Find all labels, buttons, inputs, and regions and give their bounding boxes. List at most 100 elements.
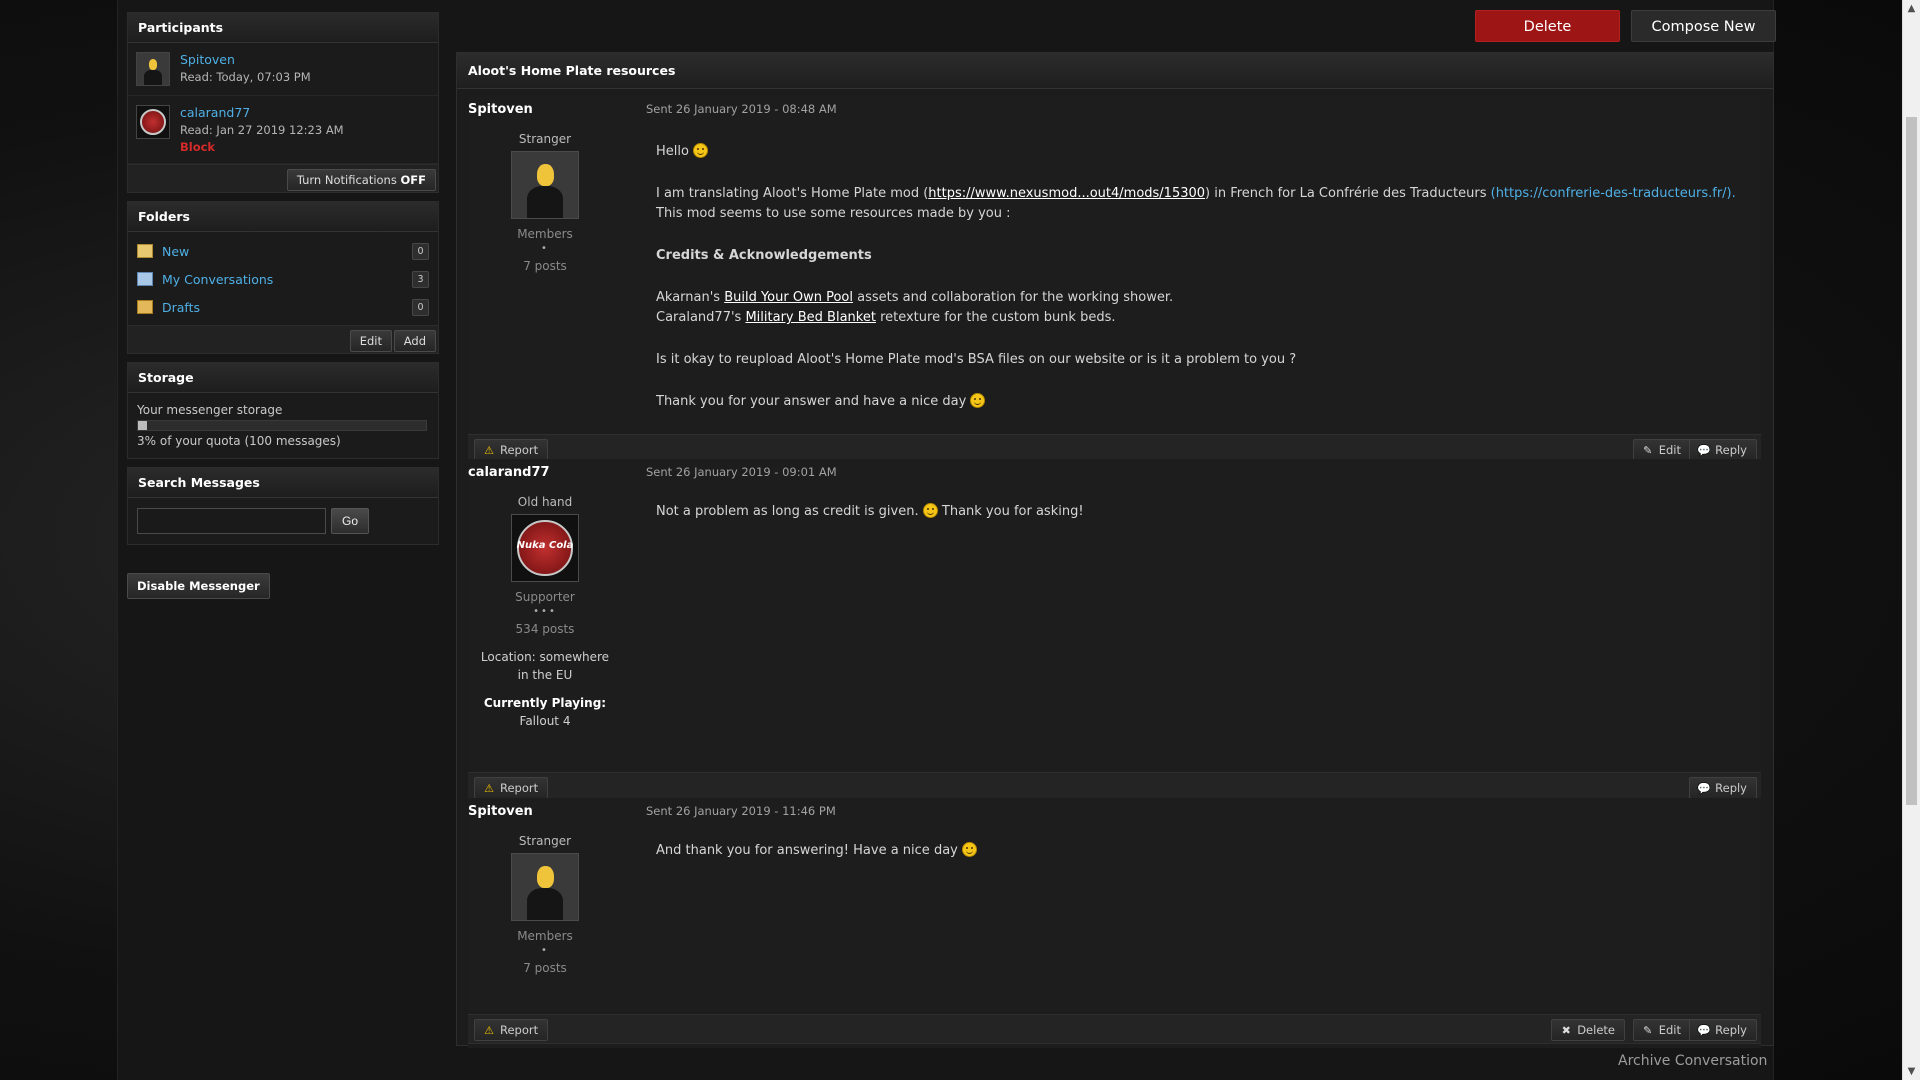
- avatar[interactable]: [136, 52, 170, 86]
- member-rank: Stranger: [518, 132, 572, 146]
- participant-name-link[interactable]: Spitoven: [180, 52, 311, 67]
- avatar[interactable]: [511, 853, 579, 921]
- conversation-title: Aloot's Home Plate resources: [457, 53, 1773, 89]
- smile-emoji-icon: [693, 143, 709, 158]
- message-post: Spitoven Sent 26 January 2019 - 11:46 PM…: [468, 798, 1761, 1048]
- storage-quota-text: 3% of your quota (100 messages): [137, 434, 341, 448]
- delete-conversation-button[interactable]: Delete: [1475, 10, 1620, 42]
- participant-name-link[interactable]: calarand77: [180, 105, 344, 120]
- member-location: Location: somewhere in the EU: [480, 650, 610, 682]
- post-count: 534 posts: [515, 622, 575, 636]
- envelope-icon: [137, 272, 153, 286]
- search-panel: Search Messages Go: [127, 467, 439, 545]
- avatar[interactable]: [136, 105, 170, 139]
- folders-footer: Edit Add: [128, 325, 438, 353]
- message-post: Spitoven Sent 26 January 2019 - 08:48 AM…: [468, 96, 1761, 464]
- military-bed-blanket-link[interactable]: Military Bed Blanket: [745, 310, 875, 325]
- post-author[interactable]: calarand77: [468, 465, 646, 480]
- smile-emoji-icon: [970, 393, 986, 408]
- compose-new-button[interactable]: Compose New: [1631, 10, 1776, 42]
- folder-drafts[interactable]: Drafts 0: [128, 293, 438, 321]
- report-button[interactable]: ⚠ Report: [474, 1019, 549, 1041]
- post-count: 7 posts: [523, 259, 567, 273]
- message-post: calarand77 Sent 26 January 2019 - 09:01 …: [468, 459, 1761, 802]
- edit-bubble-icon: ✎: [1643, 444, 1653, 457]
- storage-panel: Storage Your messenger storage 3% of you…: [127, 362, 439, 459]
- folder-my-conversations[interactable]: My Conversations 3: [128, 265, 438, 293]
- participants-footer: Turn Notifications OFF: [128, 164, 438, 192]
- post-text: Caraland77's: [656, 310, 746, 325]
- folder-count-badge: 3: [412, 270, 429, 288]
- folder-label[interactable]: My Conversations: [162, 272, 412, 287]
- storage-title: Storage: [128, 363, 438, 393]
- delete-message-button[interactable]: ✖ Delete: [1551, 1019, 1625, 1041]
- avatar[interactable]: [511, 151, 579, 219]
- disable-messenger-button[interactable]: Disable Messenger: [127, 573, 270, 599]
- post-heading: Credits & Acknowledgements: [656, 248, 872, 263]
- avatar[interactable]: Nuka Cola: [511, 514, 579, 582]
- post-count: 7 posts: [523, 961, 567, 975]
- participant-spitoven: Spitoven Read: Today, 07:03 PM: [128, 43, 438, 96]
- drafts-folder-icon: [137, 300, 153, 314]
- folder-new[interactable]: New 0: [128, 237, 438, 265]
- scroll-up-arrow-icon[interactable]: ▲: [1903, 0, 1920, 17]
- reply-bubble-icon: 💬: [1697, 782, 1711, 795]
- post-author[interactable]: Spitoven: [468, 102, 646, 117]
- scroll-down-arrow-icon[interactable]: ▼: [1903, 1063, 1920, 1080]
- delete-label: Delete: [1577, 1023, 1615, 1037]
- folder-label[interactable]: New: [162, 244, 412, 259]
- reply-label: Reply: [1715, 1023, 1747, 1037]
- rank-pips: •: [541, 945, 549, 956]
- scrollbar-thumb[interactable]: [1906, 117, 1917, 805]
- edit-label: Edit: [1658, 443, 1681, 457]
- post-author[interactable]: Spitoven: [468, 804, 646, 819]
- folder-label[interactable]: Drafts: [162, 300, 412, 315]
- reply-button[interactable]: 💬 Reply: [1689, 777, 1757, 799]
- build-your-own-pool-link[interactable]: Build Your Own Pool: [724, 290, 853, 305]
- page-scrollbar[interactable]: ▲ ▼: [1902, 0, 1920, 1080]
- folder-count-badge: 0: [412, 298, 429, 316]
- edit-label: Edit: [1658, 1023, 1681, 1037]
- reply-button[interactable]: 💬 Reply: [1689, 1019, 1757, 1041]
- edit-folders-button[interactable]: Edit: [349, 330, 392, 352]
- member-rank: Old hand: [517, 495, 573, 509]
- participants-title: Participants: [128, 13, 438, 43]
- search-messages-input[interactable]: [137, 508, 326, 534]
- edit-button[interactable]: ✎ Edit: [1632, 439, 1691, 461]
- post-text: Is it okay to reupload Aloot's Home Plat…: [656, 352, 1297, 367]
- participants-panel: Participants Spitoven Read: Today, 07:03…: [127, 12, 439, 193]
- reply-bubble-icon: 💬: [1697, 1024, 1711, 1037]
- block-user-link[interactable]: Block: [180, 140, 344, 154]
- turn-notifications-button[interactable]: Turn Notifications OFF: [286, 169, 436, 191]
- search-title: Search Messages: [128, 468, 438, 498]
- post-date: Sent 26 January 2019 - 11:46 PM: [646, 804, 836, 818]
- archive-conversation-link[interactable]: Archive Conversation: [1618, 1053, 1767, 1069]
- warning-icon: ⚠: [484, 1024, 494, 1037]
- member-group: Members: [517, 227, 573, 241]
- post-text: Not a problem as long as credit is given…: [656, 504, 919, 519]
- reply-button[interactable]: 💬 Reply: [1689, 439, 1757, 461]
- folder-count-badge: 0: [412, 242, 429, 260]
- report-label: Report: [500, 1023, 539, 1037]
- folders-panel: Folders New 0 My Conversations 3 Drafts …: [127, 201, 439, 354]
- confrerie-link[interactable]: (https://confrerie-des-traducteurs.fr/).: [1491, 186, 1736, 201]
- search-go-button[interactable]: Go: [331, 508, 369, 534]
- add-folder-button[interactable]: Add: [393, 330, 436, 352]
- sidebar: Participants Spitoven Read: Today, 07:03…: [127, 12, 439, 599]
- notifications-label: Turn Notifications: [296, 173, 397, 187]
- post-text: I am translating Aloot's Home Plate mod …: [656, 186, 929, 201]
- post-date: Sent 26 January 2019 - 09:01 AM: [646, 465, 837, 479]
- report-button[interactable]: ⚠ Report: [474, 439, 549, 461]
- post-text: ) in French for La Confrérie des Traduct…: [1205, 186, 1491, 201]
- nexus-mod-link[interactable]: https://www.nexusmod...out4/mods/15300: [928, 186, 1205, 201]
- report-label: Report: [500, 443, 539, 457]
- post-body: And thank you for answering! Have a nice…: [656, 841, 1746, 883]
- post-date: Sent 26 January 2019 - 08:48 AM: [646, 102, 837, 116]
- report-label: Report: [500, 781, 539, 795]
- storage-label: Your messenger storage: [137, 403, 283, 417]
- post-text: Thank you for asking!: [941, 504, 1084, 519]
- participant-read-status: Read: Jan 27 2019 12:23 AM: [180, 123, 344, 137]
- avatar-logo-text: Nuka Cola: [516, 540, 574, 552]
- edit-button[interactable]: ✎ Edit: [1632, 1019, 1691, 1041]
- report-button[interactable]: ⚠ Report: [474, 777, 549, 799]
